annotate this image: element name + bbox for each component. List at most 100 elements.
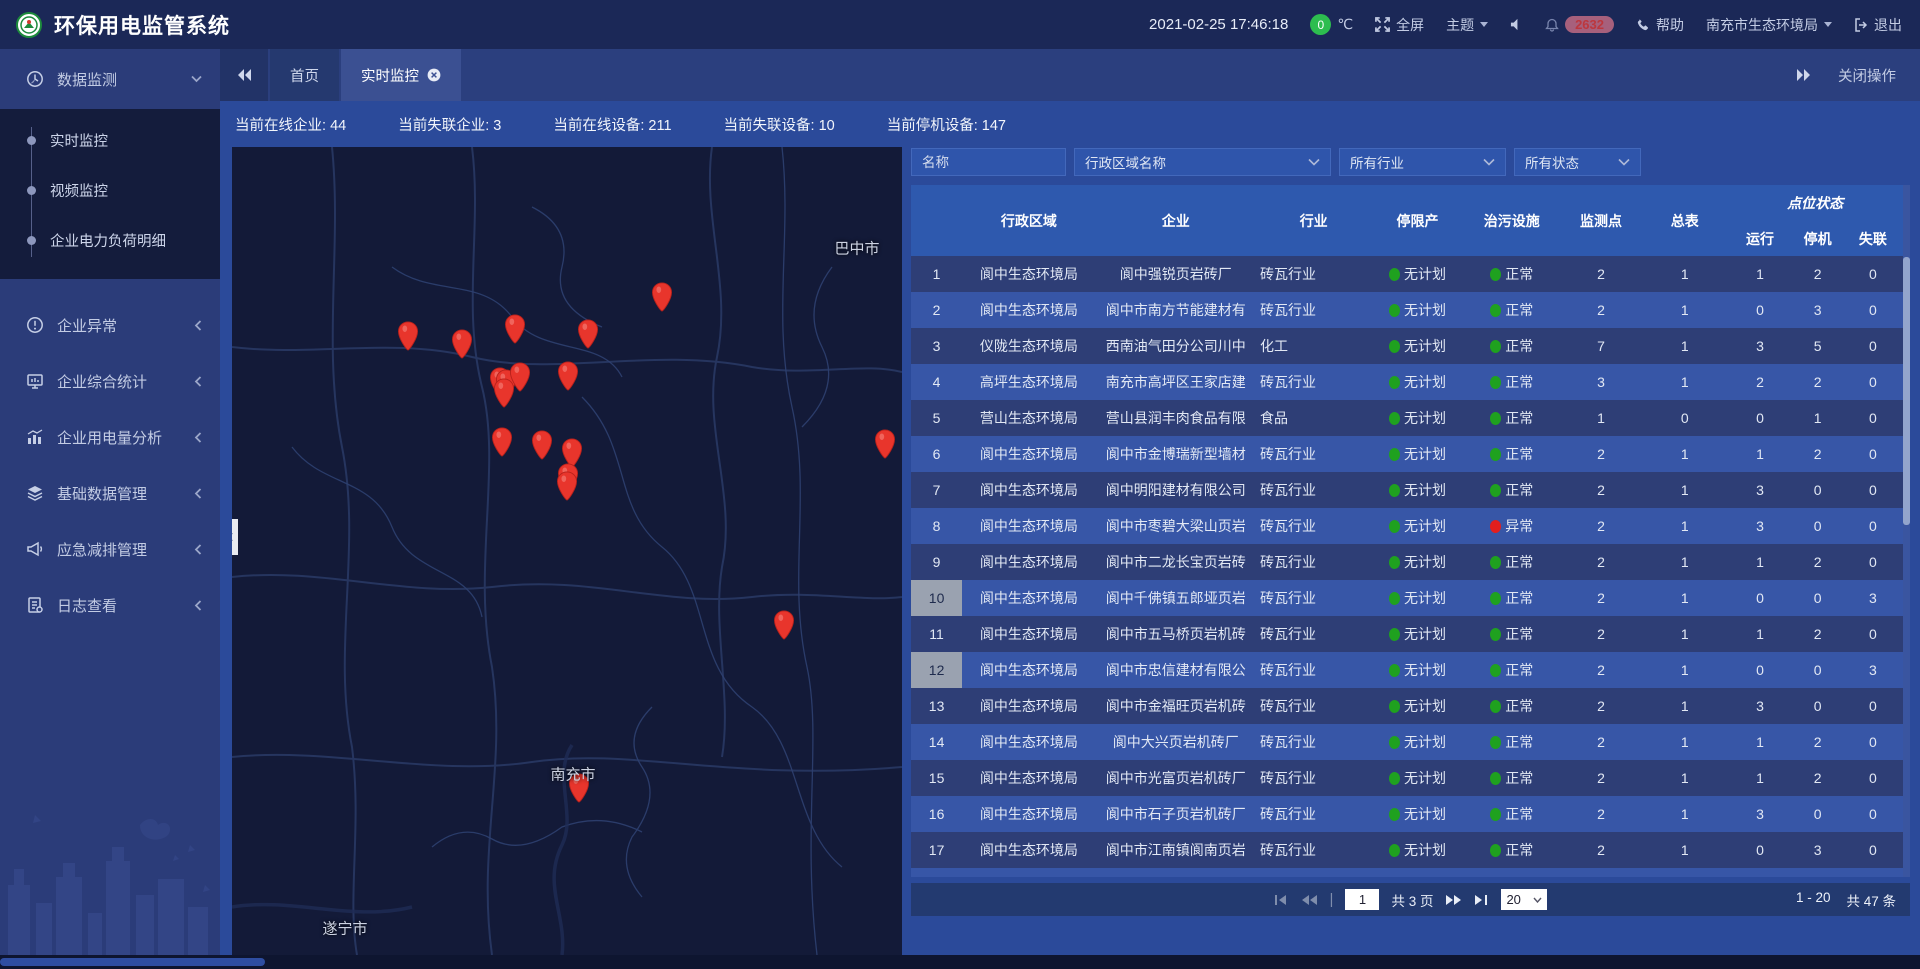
col-header-industry: 行业 [1256, 185, 1371, 256]
sidebar-item-enterprise-stats[interactable]: 企业综合统计 [0, 353, 220, 409]
sidebar-item-video-monitor[interactable]: 视频监控 [0, 165, 220, 215]
table-row[interactable]: 16阆中生态环境局阆中市石子页岩机砖厂砖瓦行业无计划正常21300 [911, 796, 1903, 832]
map-pin[interactable] [577, 319, 599, 354]
log-icon [26, 596, 44, 614]
scrollbar-thumb[interactable] [0, 958, 265, 966]
table-cell: 2 [1793, 868, 1843, 877]
table-row[interactable]: 11阆中生态环境局阆中市五马桥页岩机砖砖瓦行业无计划正常21120 [911, 616, 1903, 652]
table-cell: 0 [1843, 868, 1903, 877]
sidebar-item-power-analysis[interactable]: 企业用电量分析 [0, 409, 220, 465]
map-pin[interactable] [493, 378, 515, 413]
col-header-facility: 治污设施 [1464, 185, 1560, 256]
table-row[interactable]: 14阆中生态环境局阆中大兴页岩机砖厂砖瓦行业无计划正常21120 [911, 724, 1903, 760]
table-cell: 营山县润丰肉食品有限 [1096, 400, 1256, 436]
sidebar-item-enterprise-anomaly[interactable]: 企业异常 [0, 297, 220, 353]
table-cell: 砖瓦行业 [1256, 436, 1371, 472]
theme-dropdown[interactable]: 主题 [1446, 15, 1488, 35]
tabs-scroll-right-icon[interactable] [1796, 68, 1812, 82]
map-pin[interactable] [651, 282, 673, 317]
table-row[interactable]: 10阆中生态环境局阆中千佛镇五郎垭页岩砖瓦行业无计划正常21003 [911, 580, 1903, 616]
sidebar-item-data-monitor[interactable]: 数据监测 [0, 49, 220, 109]
sidebar-item-emergency-reduction[interactable]: 应急减排管理 [0, 521, 220, 577]
sidebar-collapse-handle[interactable] [232, 519, 238, 555]
stat-offline-companies: 当前失联企业: 3 [398, 114, 501, 135]
horizontal-scrollbar[interactable] [0, 955, 1920, 969]
last-page-button[interactable] [1474, 894, 1489, 906]
industry-select[interactable]: 所有行业 [1339, 148, 1506, 176]
close-tab-icon[interactable] [427, 68, 441, 82]
table-cell: 4 [911, 364, 962, 400]
logout-button[interactable]: 退出 [1854, 15, 1902, 35]
chevron-down-icon [1483, 158, 1495, 166]
status-cell: 无计划 [1371, 688, 1463, 724]
table-cell: 阆中生态环境局 [962, 256, 1095, 292]
tabs-scroll-left-button[interactable] [220, 49, 268, 101]
map-pin[interactable] [556, 471, 578, 506]
region-select[interactable]: 行政区域名称 [1074, 148, 1331, 176]
tab-home[interactable]: 首页 [270, 49, 339, 101]
map-pin[interactable] [874, 429, 896, 464]
table-cell: 3 [1727, 328, 1792, 364]
table-cell: 1 [1642, 508, 1727, 544]
table-cell: 1 [1642, 256, 1727, 292]
map-pin[interactable] [451, 329, 473, 364]
table-cell: 0 [1642, 400, 1727, 436]
table-row[interactable]: 13阆中生态环境局阆中市金福旺页岩机砖砖瓦行业无计划正常21300 [911, 688, 1903, 724]
table-scrollbar[interactable] [1903, 185, 1910, 877]
map-pin[interactable] [531, 430, 553, 465]
table-cell: 2 [1560, 616, 1642, 652]
sidebar-item-power-load-detail[interactable]: 企业电力负荷明细 [0, 215, 220, 265]
table-row[interactable]: 5营山生态环境局营山县润丰肉食品有限食品无计划正常10010 [911, 400, 1903, 436]
status-cell: 无计划 [1371, 760, 1463, 796]
map-pin[interactable] [491, 427, 513, 462]
fullscreen-icon [1375, 17, 1390, 32]
map-pin[interactable] [504, 314, 526, 349]
table-cell: 阆中生态环境局 [962, 796, 1095, 832]
stat-online-devices: 当前在线设备: 211 [553, 114, 671, 135]
table-cell: 阆中市金博瑞新型墙材 [1096, 436, 1256, 472]
table-cell: 阆中生态环境局 [962, 436, 1095, 472]
table-cell: 0 [1843, 724, 1903, 760]
next-page-button[interactable] [1445, 894, 1462, 906]
table-row[interactable]: 17阆中生态环境局阆中市江南镇阆南页岩砖瓦行业无计划正常21030 [911, 832, 1903, 868]
sound-button[interactable] [1510, 18, 1523, 31]
table-row[interactable]: 15阆中生态环境局阆中市光富页岩机砖厂砖瓦行业无计划正常21120 [911, 760, 1903, 796]
table-row[interactable]: 12阆中生态环境局阆中市忠信建材有限公砖瓦行业无计划正常21003 [911, 652, 1903, 688]
name-search-input[interactable] [911, 148, 1066, 176]
table-row[interactable]: 8阆中生态环境局阆中市枣碧大梁山页岩砖瓦行业无计划异常21300 [911, 508, 1903, 544]
sidebar-item-log-view[interactable]: 日志查看 [0, 577, 220, 633]
fullscreen-button[interactable]: 全屏 [1375, 15, 1424, 35]
status-select[interactable]: 所有状态 [1514, 148, 1641, 176]
scrollbar-thumb[interactable] [1903, 257, 1910, 525]
page-size-select[interactable]: 20 [1501, 889, 1547, 910]
close-operations-button[interactable]: 关闭操作 [1838, 65, 1896, 86]
map-pin[interactable] [557, 361, 579, 396]
sidebar-item-base-data[interactable]: 基础数据管理 [0, 465, 220, 521]
table-cell: 阆中市枣碧大梁山页岩 [1096, 508, 1256, 544]
map-pin[interactable] [773, 610, 795, 645]
sidebar-item-realtime-monitor[interactable]: 实时监控 [0, 115, 220, 165]
table-cell: 3 [1727, 472, 1792, 508]
table-row[interactable]: 1阆中生态环境局阆中强锐页岩砖厂砖瓦行业无计划正常21120 [911, 256, 1903, 292]
table-row[interactable]: 7阆中生态环境局阆中明阳建材有限公司砖瓦行业无计划正常21300 [911, 472, 1903, 508]
map-pin[interactable] [397, 321, 419, 356]
table-row[interactable]: 4高坪生态环境局南充市高坪区王家店建砖瓦行业无计划正常31220 [911, 364, 1903, 400]
table-row[interactable]: 6阆中生态环境局阆中市金博瑞新型墙材砖瓦行业无计划正常21120 [911, 436, 1903, 472]
first-page-button[interactable] [1274, 894, 1289, 906]
help-button[interactable]: 帮助 [1636, 15, 1684, 35]
table-row[interactable]: 18南部生态环境局南部县双河页岩砖厂砖瓦行业无计划正常21120 [911, 868, 1903, 877]
status-dot-icon [1490, 808, 1501, 821]
tab-realtime-monitor[interactable]: 实时监控 [341, 49, 461, 101]
table-row[interactable]: 2阆中生态环境局阆中市南方节能建材有砖瓦行业无计划正常21030 [911, 292, 1903, 328]
status-dot-icon [1389, 844, 1400, 857]
table-cell: 0 [1843, 436, 1903, 472]
page-number-input[interactable] [1345, 889, 1379, 910]
map-panel[interactable]: 巴中市南充市遂宁市 [232, 147, 902, 955]
notifications[interactable]: 2632 [1545, 16, 1614, 33]
table-row[interactable]: 9阆中生态环境局阆中市二龙长宝页岩砖砖瓦行业无计划正常21120 [911, 544, 1903, 580]
previous-page-button[interactable] [1301, 894, 1318, 906]
tabbar-spacer [461, 49, 1796, 101]
table-row[interactable]: 3仪陇生态环境局西南油气田分公司川中化工无计划正常71350 [911, 328, 1903, 364]
table-cell: 3 [1727, 796, 1792, 832]
org-dropdown[interactable]: 南充市生态环境局 [1706, 15, 1832, 35]
